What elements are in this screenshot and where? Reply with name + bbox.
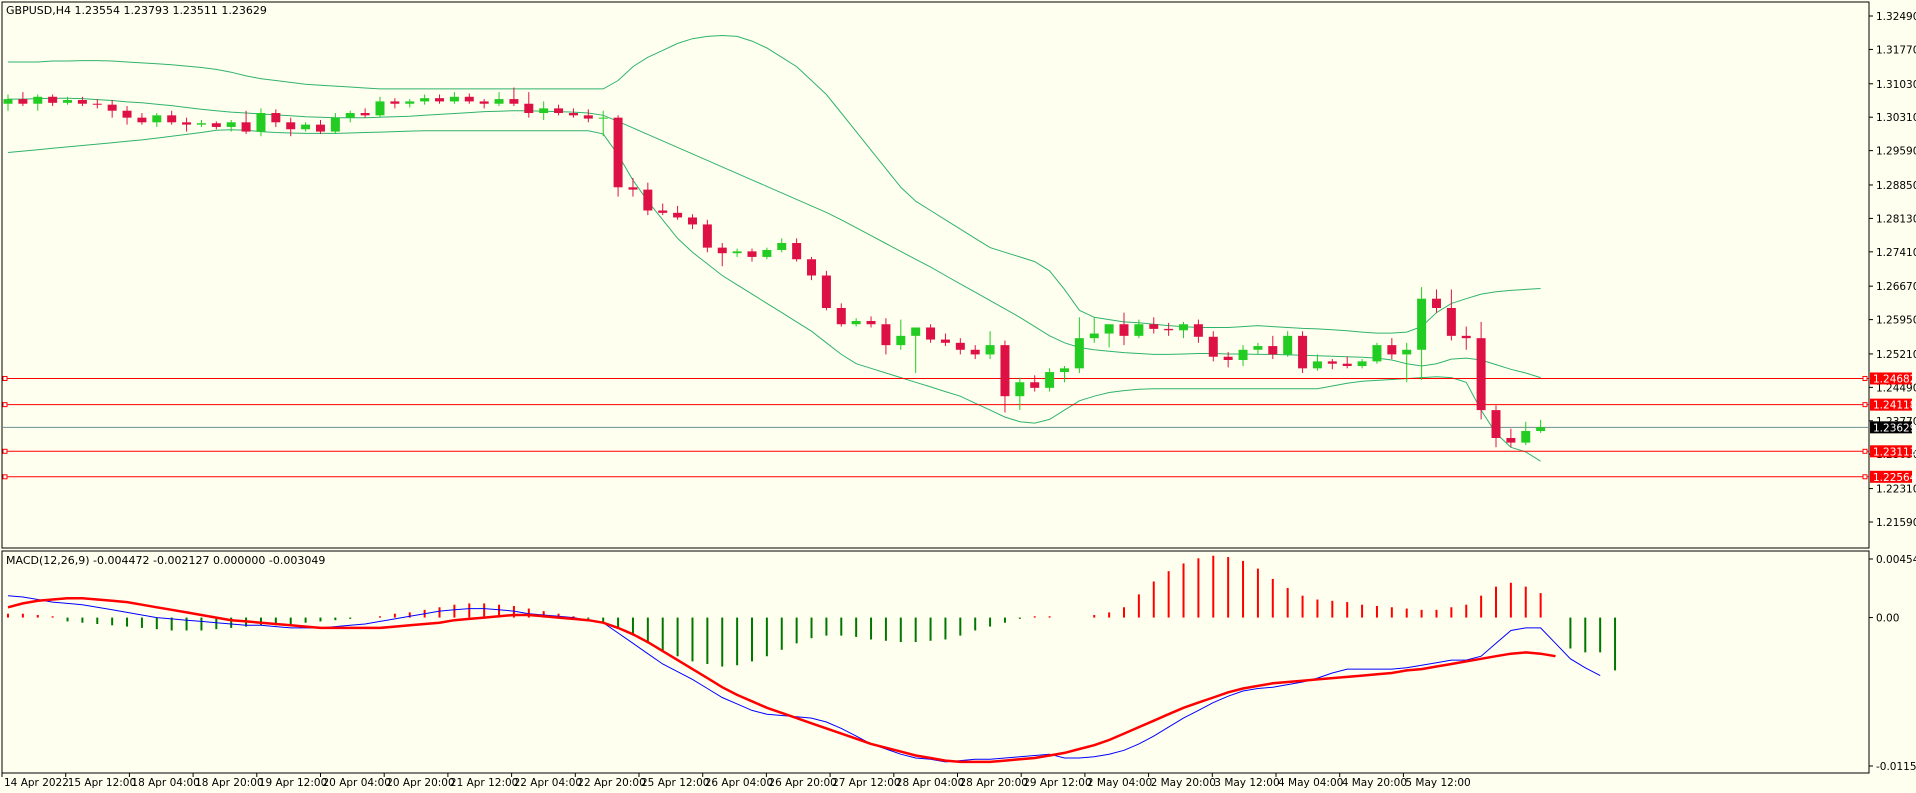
time-tick-label: 4 May 20:00 <box>1342 777 1407 789</box>
time-tick-label: 2 May 04:00 <box>1087 777 1152 789</box>
time-tick-label: 22 Apr 04:00 <box>514 777 582 789</box>
price-axis: 1.32490 1.31770 1.31030 1.30310 1.29590 1.288… <box>1869 11 1916 529</box>
macd-axis: 0.004545 0.00 -0.011517 <box>1869 554 1916 773</box>
time-tick-label: 29 Apr 12:00 <box>1023 777 1091 789</box>
time-tick-label: 5 May 12:00 <box>1405 777 1470 789</box>
time-tick-label: 15 Apr 12:00 <box>68 777 136 789</box>
price-chart[interactable]: 1.32490 1.31770 1.31030 1.30310 1.29590 1.288… <box>0 0 1916 793</box>
time-tick-label: 28 Apr 20:00 <box>960 777 1028 789</box>
price-label-text: 1.22564 <box>1873 472 1916 484</box>
time-tick-label: 27 Apr 12:00 <box>832 777 900 789</box>
time-tick-label: 19 Apr 12:00 <box>259 777 327 789</box>
time-tick-label: 21 Apr 12:00 <box>450 777 518 789</box>
price-tick-label: 1.26670 <box>1876 281 1916 293</box>
price-label-text: 1.23113 <box>1873 446 1916 458</box>
macd-tick-label: 0.004545 <box>1876 554 1916 566</box>
line-handle[interactable] <box>2 375 8 381</box>
price-tick-label: 1.31770 <box>1876 44 1916 56</box>
time-tick-label: 26 Apr 04:00 <box>705 777 773 789</box>
price-tick-label: 1.21590 <box>1876 517 1916 529</box>
price-tick-label: 1.28130 <box>1876 213 1916 225</box>
price-tick-label: 1.29590 <box>1876 146 1916 158</box>
time-tick-label: 26 Apr 20:00 <box>768 777 836 789</box>
price-tick-label: 1.25210 <box>1876 349 1916 361</box>
line-handle[interactable] <box>1862 375 1868 381</box>
price-tick-label: 1.27410 <box>1876 247 1916 259</box>
price-label-text: 1.24682 <box>1873 373 1916 385</box>
time-tick-label: 18 Apr 04:00 <box>131 777 199 789</box>
line-handle[interactable] <box>1862 402 1868 408</box>
time-axis: 14 Apr 202215 Apr 12:0018 Apr 04:0018 Ap… <box>1 773 1471 789</box>
time-tick-label: 18 Apr 20:00 <box>195 777 263 789</box>
line-handle[interactable] <box>2 402 8 408</box>
price-tick-label: 1.22310 <box>1876 484 1916 496</box>
price-label-text: 1.23629 <box>1873 422 1916 434</box>
macd-panel-frame <box>1 550 1870 774</box>
price-tick-label: 1.31030 <box>1876 79 1916 91</box>
candle <box>1298 331 1308 373</box>
time-tick-label: 3 May 12:00 <box>1214 777 1279 789</box>
time-tick-label: 14 Apr 2022 <box>4 777 69 789</box>
price-tick-label: 1.28850 <box>1876 180 1916 192</box>
candle <box>702 219 712 253</box>
time-tick-label: 20 Apr 20:00 <box>386 777 454 789</box>
price-tick-label: 1.30310 <box>1876 112 1916 124</box>
price-tick-label: 1.25950 <box>1876 315 1916 327</box>
time-tick-label: 20 Apr 04:00 <box>323 777 391 789</box>
price-tick-label: 1.32490 <box>1876 11 1916 23</box>
main-panel-frame <box>1 1 1870 549</box>
symbol-header: GBPUSD,H4 1.23554 1.23793 1.23511 1.2362… <box>6 4 267 17</box>
time-tick-label: 25 Apr 12:00 <box>641 777 709 789</box>
line-handle[interactable] <box>2 474 8 480</box>
macd-tick-label: 0.00 <box>1876 613 1899 625</box>
line-handle[interactable] <box>1862 448 1868 454</box>
candle <box>1372 342 1382 364</box>
macd-header: MACD(12,26,9) -0.004472 -0.002127 0.0000… <box>6 554 325 567</box>
candle <box>821 270 831 311</box>
price-label-text: 1.24118 <box>1873 400 1916 412</box>
time-tick-label: 22 Apr 20:00 <box>577 777 645 789</box>
macd-tick-label: -0.011517 <box>1876 761 1916 773</box>
time-tick-label: 2 May 20:00 <box>1151 777 1216 789</box>
line-handle[interactable] <box>1862 474 1868 480</box>
line-handle[interactable] <box>2 448 8 454</box>
time-tick-label: 4 May 04:00 <box>1278 777 1343 789</box>
time-tick-label: 28 Apr 04:00 <box>896 777 964 789</box>
candle <box>613 115 623 197</box>
